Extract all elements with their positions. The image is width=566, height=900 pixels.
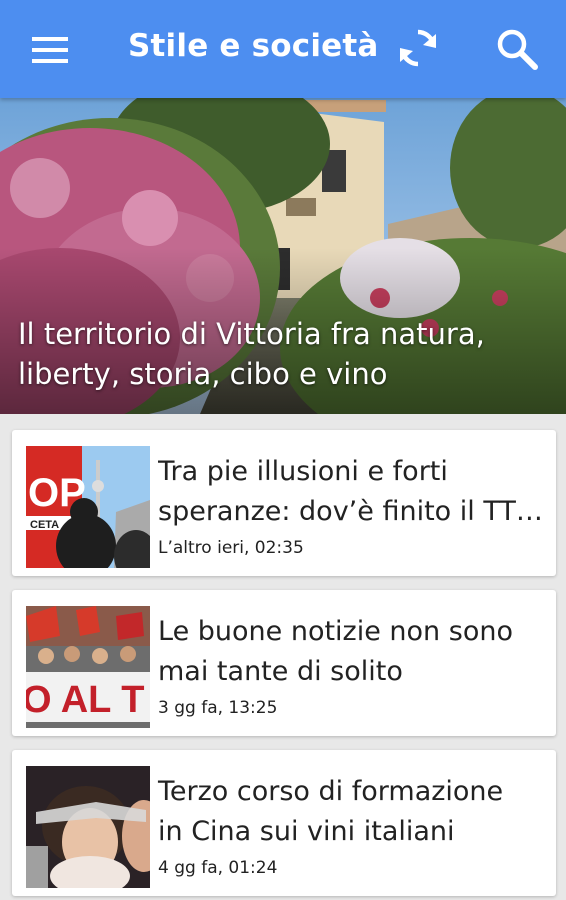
article-timestamp: 3 gg fa, 13:25 <box>158 698 278 718</box>
article-headline-line: mai tante di solito <box>158 656 403 687</box>
menu-icon[interactable] <box>30 34 70 66</box>
page-title: Stile e società <box>128 28 379 64</box>
article-thumbnail <box>26 766 150 888</box>
article-timestamp: L’altro ieri, 02:35 <box>158 538 304 558</box>
article-card[interactable]: O AL T Le buone notizie non sono mai tan… <box>12 590 556 736</box>
article-card[interactable]: Terzo corso di formazione in Cina sui vi… <box>12 750 556 896</box>
search-icon[interactable] <box>494 26 540 72</box>
article-headline-line: in Cina sui vini italiani <box>158 816 455 847</box>
article-thumbnail: OP CETA <box>26 446 150 568</box>
app-bar: Stile e società <box>0 0 566 98</box>
hero-article[interactable]: Il territorio di Vittoria fra natura, li… <box>0 98 566 414</box>
article-card[interactable]: OP CETA Tra pie illusioni e forti speran… <box>12 430 556 576</box>
article-headline: Tra pie illusioni e forti speranze: dov’… <box>158 452 544 532</box>
article-headline: Terzo corso di formazione in Cina sui vi… <box>158 772 544 852</box>
article-timestamp: 4 gg fa, 01:24 <box>158 858 278 878</box>
article-headline-line: speranze: dov’è finito il TT… <box>158 496 543 527</box>
article-thumbnail: O AL T <box>26 606 150 728</box>
article-headline: Le buone notizie non sono mai tante di s… <box>158 612 544 692</box>
thumb-ceta-text: CETA <box>30 519 59 531</box>
refresh-icon[interactable] <box>394 24 442 72</box>
article-headline-line: Terzo corso di formazione <box>158 776 504 807</box>
hero-headline: Il territorio di Vittoria fra natura, li… <box>18 317 485 391</box>
article-headline-line: Tra pie illusioni e forti <box>158 456 448 487</box>
article-headline-line: Le buone notizie non sono <box>158 616 513 647</box>
thumb-banner-text: O AL T <box>26 679 144 721</box>
